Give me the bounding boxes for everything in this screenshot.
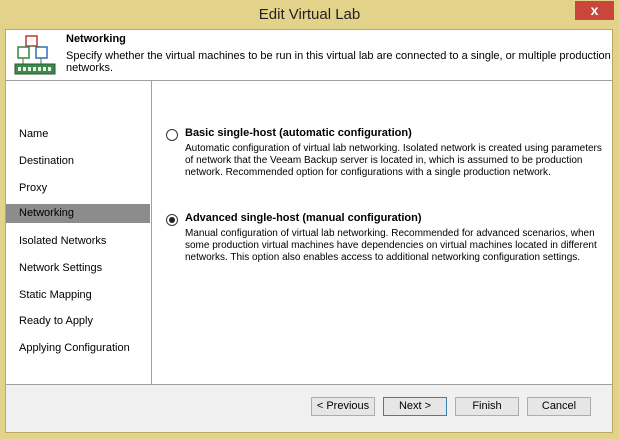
- advanced-single-host-description: Manual configuration of virtual lab netw…: [185, 228, 597, 263]
- basic-single-host-radio[interactable]: [166, 129, 178, 141]
- step-title: Networking: [66, 33, 126, 45]
- close-icon: x: [590, 2, 599, 18]
- footer-divider: [6, 384, 612, 385]
- sidebar-item-label: Network Settings: [19, 262, 103, 274]
- sidebar-item-label: Isolated Networks: [19, 235, 107, 247]
- sidebar-item-destination[interactable]: Destination: [6, 152, 150, 171]
- sidebar-item-network-settings[interactable]: Network Settings: [6, 259, 150, 278]
- sidebar-item-label: Networking: [19, 207, 75, 219]
- sidebar-item-label: Destination: [19, 155, 75, 167]
- basic-single-host-description: Automatic configuration of virtual lab n…: [185, 143, 602, 178]
- close-button[interactable]: x: [575, 1, 614, 20]
- sidebar-item-isolated-networks[interactable]: Isolated Networks: [6, 232, 150, 251]
- sidebar-item-networking[interactable]: Networking: [6, 204, 150, 223]
- wizard-body: Networking Specify whether the virtual m…: [5, 29, 613, 433]
- sidebar-item-label: Ready to Apply: [19, 315, 93, 327]
- sidebar-item-label: Proxy: [19, 182, 48, 194]
- cancel-button[interactable]: Cancel: [527, 397, 591, 416]
- edit-virtual-lab-window: Edit Virtual Lab x Networking Specify wh…: [0, 0, 619, 439]
- wizard-steps-sidebar: Name Destination Proxy Networking Isolat…: [6, 81, 152, 384]
- options-panel: Basic single-host (automatic configurati…: [152, 81, 612, 384]
- option-basic-single-host[interactable]: Basic single-host (automatic configurati…: [166, 127, 606, 183]
- advanced-single-host-radio[interactable]: [166, 214, 178, 226]
- sidebar-item-label: Static Mapping: [19, 289, 92, 301]
- sidebar-item-proxy[interactable]: Proxy: [6, 179, 150, 198]
- sidebar-item-ready-to-apply[interactable]: Ready to Apply: [6, 312, 150, 331]
- finish-button[interactable]: Finish: [455, 397, 519, 416]
- sidebar-item-name[interactable]: Name: [6, 125, 150, 144]
- step-description: Specify whether the virtual machines to …: [66, 50, 611, 74]
- window-title: Edit Virtual Lab: [258, 6, 361, 23]
- sidebar-item-static-mapping[interactable]: Static Mapping: [6, 286, 150, 305]
- next-button[interactable]: Next >: [383, 397, 447, 416]
- sidebar-item-label: Name: [19, 128, 49, 140]
- sidebar-item-applying-configuration[interactable]: Applying Configuration: [6, 339, 150, 358]
- basic-single-host-label[interactable]: Basic single-host (automatic configurati…: [185, 127, 412, 139]
- title-bar[interactable]: Edit Virtual Lab x: [0, 0, 619, 30]
- option-advanced-single-host[interactable]: Advanced single-host (manual configurati…: [166, 212, 606, 268]
- network-icon: [14, 35, 56, 75]
- advanced-single-host-label[interactable]: Advanced single-host (manual configurati…: [185, 212, 422, 224]
- previous-button[interactable]: < Previous: [311, 397, 375, 416]
- sidebar-item-label: Applying Configuration: [19, 342, 130, 354]
- wizard-header: Networking Specify whether the virtual m…: [6, 30, 612, 81]
